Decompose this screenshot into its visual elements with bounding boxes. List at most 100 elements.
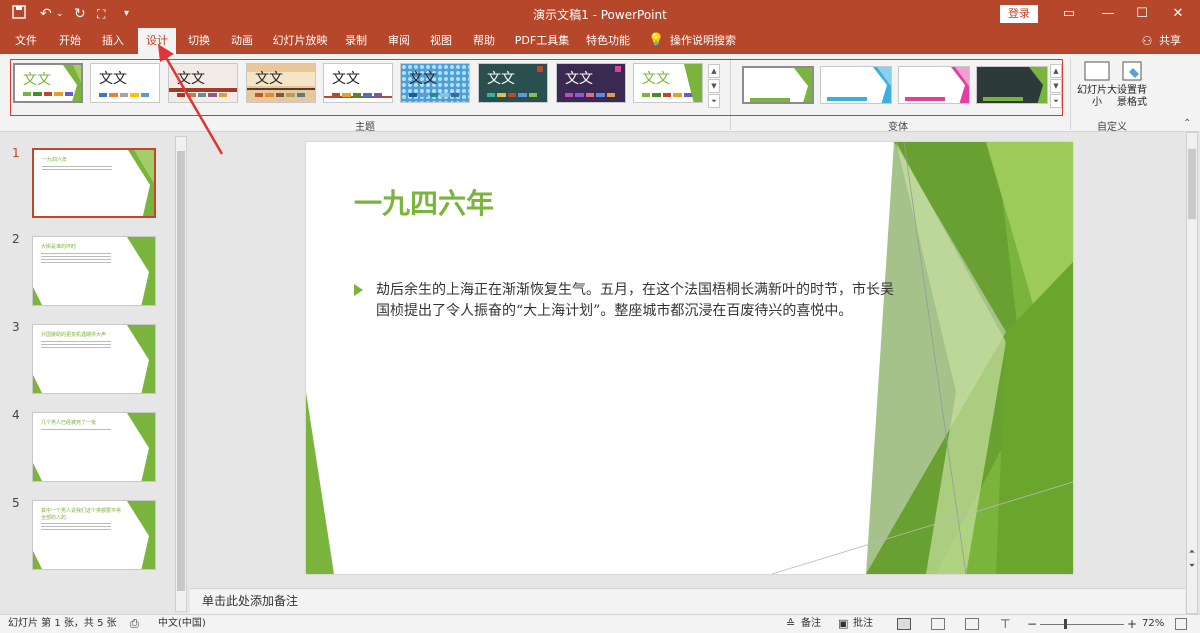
normal-view-icon[interactable] <box>897 618 911 630</box>
slide-thumbnail-2[interactable]: 大街是谁的环时 <box>32 236 156 306</box>
theme-8-sample: 文文 <box>565 71 593 87</box>
slide-title[interactable]: 一九四六年 <box>354 182 494 222</box>
undo-dropdown-icon[interactable]: ⌄ <box>56 5 64 23</box>
slide-number: 4 <box>12 408 20 422</box>
slide-thumbnail-4[interactable]: 几个男人已经被死了一批 <box>32 412 156 482</box>
customize-group-label: 自定义 <box>1097 122 1127 133</box>
theme-4[interactable]: 文文 <box>246 63 316 103</box>
slide-thumbnail-body <box>42 166 112 176</box>
zoom-slider-thumb[interactable] <box>1064 619 1067 629</box>
tell-me-search[interactable]: 操作说明搜索 <box>668 28 738 54</box>
close-icon[interactable]: ✕ <box>1168 4 1188 24</box>
theme-6-sample: 文文 <box>409 71 437 87</box>
slide-body-text[interactable]: 劫后余生的上海正在渐渐恢复生气。五月，在这个法国梧桐长满新叶的时节，市长吴国桢提… <box>376 280 896 322</box>
zoom-in-icon[interactable]: + <box>1127 615 1137 633</box>
tab-special[interactable]: 特色功能 <box>582 28 634 54</box>
comments-icon[interactable]: ▣ <box>838 615 848 633</box>
status-bar: 幻灯片 第 1 张，共 5 张 ⎙ 中文(中国) ≙ 备注 ▣ 批注 ⊤ − +… <box>0 614 1200 633</box>
accessibility-icon[interactable]: ⎙ <box>130 615 139 633</box>
slide-thumbnail-1[interactable]: 一九四六年 <box>32 148 156 218</box>
reading-view-icon[interactable] <box>965 618 979 630</box>
format-background-icon <box>1122 61 1142 81</box>
login-button[interactable]: 登录 <box>1000 5 1038 23</box>
theme-1-sample: 文文 <box>23 72 51 88</box>
present-from-start-icon[interactable]: ⛶ <box>97 5 105 23</box>
tab-review[interactable]: 审阅 <box>382 28 416 54</box>
variant-4[interactable] <box>976 66 1048 104</box>
theme-7-sample: 文文 <box>487 71 515 87</box>
slide-number: 3 <box>12 320 20 334</box>
notes-icon[interactable]: ≙ <box>786 615 795 633</box>
slide-thumbnail-body <box>41 341 111 351</box>
theme-2-swatches <box>99 93 150 97</box>
slide-size-icon <box>1084 61 1110 81</box>
variants-scroll-up-icon[interactable]: ▲ <box>1050 64 1062 78</box>
maximize-icon[interactable]: ☐ <box>1132 4 1152 24</box>
tab-insert[interactable]: 插入 <box>95 28 131 54</box>
slide-thumbnail-title: 一九四六年 <box>42 157 68 163</box>
redo-icon[interactable]: ↻ <box>74 5 86 23</box>
tab-pdf-tools[interactable]: PDF工具集 <box>511 28 573 54</box>
slide-scroll-thumb[interactable] <box>1188 149 1196 219</box>
theme-6[interactable]: 文文 <box>400 63 470 103</box>
slide-thumbnail-title: 几个男人已经被死了一批 <box>41 420 97 426</box>
theme-5[interactable]: 文文 <box>323 63 393 103</box>
slide-thumbnail-5[interactable]: 其中一个男人说我们这个排都要平常全部的人的 <box>32 500 156 570</box>
themes-scroll-up-icon[interactable]: ▲ <box>708 64 720 78</box>
previous-slide-icon[interactable]: ⏶ ⏷ <box>1187 545 1197 573</box>
variant-2[interactable] <box>820 66 892 104</box>
tab-home[interactable]: 开始 <box>52 28 88 54</box>
theme-9-swatches <box>642 93 693 97</box>
theme-4-sample: 文文 <box>255 71 283 87</box>
tab-record[interactable]: 录制 <box>340 28 372 54</box>
tab-slideshow[interactable]: 幻灯片放映 <box>268 28 332 54</box>
thumbnail-scroll-thumb[interactable] <box>177 151 185 591</box>
zoom-level[interactable]: 72% <box>1142 615 1164 633</box>
theme-9[interactable]: 文文 <box>633 63 703 103</box>
slideshow-view-icon[interactable]: ⊤ <box>1000 615 1010 633</box>
slide-sorter-icon[interactable] <box>931 618 945 630</box>
zoom-slider[interactable] <box>1040 624 1124 625</box>
slide-size-button[interactable]: 幻灯片大小 <box>1077 60 1117 116</box>
slide-number: 5 <box>12 496 20 510</box>
bullet-arrow-icon <box>354 284 363 296</box>
themes-scroll-down-icon[interactable]: ▼ <box>708 79 720 93</box>
format-background-button[interactable]: 设置背景格式 <box>1115 60 1149 116</box>
variants-more-icon[interactable]: ⏷ <box>1050 94 1062 108</box>
customize-toolbar-icon[interactable]: ▾ <box>124 5 129 23</box>
theme-1[interactable]: 文文 <box>13 63 83 103</box>
themes-more-icon[interactable]: ⏷ <box>708 94 720 108</box>
user-icon: ⚇ <box>1141 34 1153 48</box>
language-status[interactable]: 中文(中国) <box>158 615 206 633</box>
slide-size-label: 幻灯片大小 <box>1077 85 1117 108</box>
save-icon[interactable] <box>12 5 26 24</box>
share-button[interactable]: 共享 <box>1156 28 1184 54</box>
lightbulb-icon: 💡 <box>648 33 665 48</box>
zoom-out-icon[interactable]: − <box>1027 615 1037 633</box>
variant-3[interactable] <box>898 66 970 104</box>
thumbnail-scrollbar[interactable] <box>175 136 187 612</box>
variant-1[interactable] <box>742 66 814 104</box>
slide-thumbnail-3[interactable]: 外国援助的更变机遇期供大声 <box>32 324 156 394</box>
notes-placeholder[interactable]: 单击此处添加备注 <box>190 588 1185 614</box>
undo-icon[interactable]: ↶ <box>40 5 52 23</box>
minimize-icon[interactable]: — <box>1098 4 1118 24</box>
theme-7[interactable]: 文文 <box>478 63 548 103</box>
ribbon-divider <box>1070 58 1071 130</box>
theme-1-swatches <box>23 92 74 96</box>
tab-help[interactable]: 帮助 <box>466 28 502 54</box>
notes-button[interactable]: 备注 <box>801 615 821 633</box>
slide-thumbnail-title: 大街是谁的环时 <box>41 244 77 250</box>
theme-8[interactable]: 文文 <box>556 63 626 103</box>
comments-button[interactable]: 批注 <box>853 615 873 633</box>
tab-view[interactable]: 视图 <box>424 28 458 54</box>
tab-file[interactable]: 文件 <box>8 28 44 54</box>
slide-thumbnail-body <box>41 523 111 533</box>
fit-to-window-icon[interactable] <box>1175 618 1187 630</box>
slide-scrollbar[interactable]: ⏶ ⏷ <box>1186 132 1198 614</box>
variants-scroll-down-icon[interactable]: ▼ <box>1050 79 1062 93</box>
collapse-ribbon-icon[interactable]: ⌃ <box>1183 118 1191 129</box>
slide-canvas[interactable]: 一九四六年 劫后余生的上海正在渐渐恢复生气。五月，在这个法国梧桐长满新叶的时节，… <box>306 142 1073 574</box>
theme-4-swatches <box>255 93 306 97</box>
ribbon-display-options-icon[interactable]: ▭ <box>1059 4 1079 24</box>
